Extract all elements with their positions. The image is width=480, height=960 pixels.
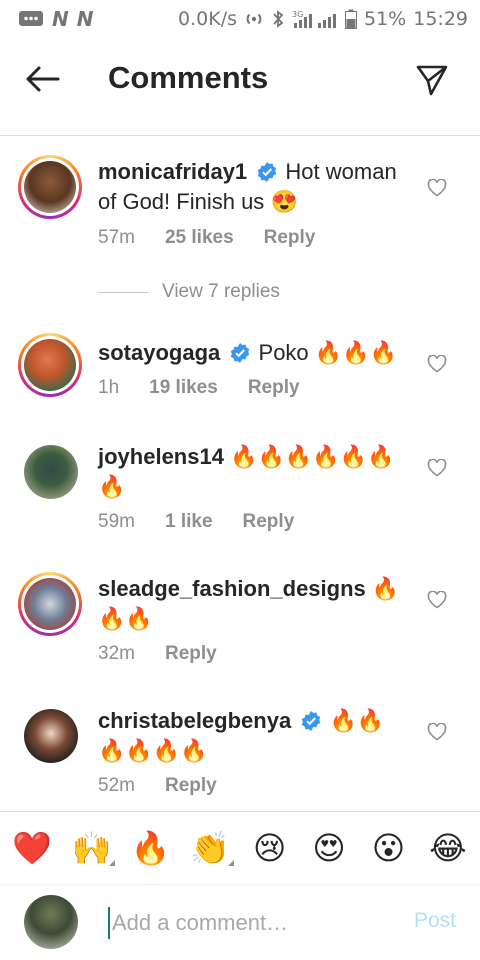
heart-outline-icon [427,591,447,609]
user-avatar [24,895,78,949]
bluetooth-icon [271,9,285,29]
username[interactable]: sotayogaga [98,340,220,365]
comment-meta: 32m Reply [98,643,217,665]
likes-count[interactable]: 1 like [165,511,213,533]
comment-meta: 52m Reply [98,775,217,797]
emoji-sad-button[interactable]: 😢 [248,828,292,868]
comment-meta: 1h 19 likes Reply [98,377,300,399]
svg-text:3G: 3G [292,10,303,19]
username[interactable]: christabelegbenya [98,708,291,733]
like-button[interactable] [426,353,448,375]
comment-text: joyhelens14 🔥🔥🔥🔥🔥🔥🔥 [98,442,410,502]
reply-button[interactable]: Reply [165,775,217,797]
verified-badge-icon [231,343,250,363]
clock: 15:29 [413,8,468,30]
reply-button[interactable]: Reply [264,227,316,249]
back-button[interactable] [22,62,62,96]
comment-meta: 57m 25 likes Reply [98,227,315,249]
emoji-laughing-button[interactable]: 😂 [426,828,470,868]
skin-tone-indicator [228,860,235,866]
back-arrow-icon [26,66,60,92]
like-button[interactable] [426,589,448,611]
likes-count[interactable]: 19 likes [149,377,218,399]
emoji-glyph: 🙌 [71,829,112,867]
avatar[interactable] [18,572,82,636]
comment-text: christabelegbenya 🔥🔥🔥🔥🔥🔥 [98,706,410,766]
notification-n-icon: N [76,7,94,31]
paper-plane-icon [416,65,448,96]
top-bar: Comments [0,38,480,136]
comment-item: monicafriday1 Hot woman of God! Finish u… [0,137,480,309]
reply-button[interactable]: Reply [165,643,217,665]
emoji-surprised-button[interactable]: 😮 [367,828,411,868]
emoji-heart-eyes-button[interactable]: 😍 [307,828,351,868]
heart-outline-icon [427,723,447,741]
emoji-fire-button[interactable]: 🔥 [129,828,173,868]
emoji-raised-hands-button[interactable]: 🙌 [69,828,116,868]
post-button[interactable]: Post [414,909,456,933]
messages-icon [18,9,44,29]
heart-outline-icon [427,459,447,477]
username[interactable]: sleadge_fashion_designs [98,576,366,601]
reply-button[interactable]: Reply [243,511,295,533]
comment-text: monicafriday1 Hot woman of God! Finish u… [98,157,410,217]
view-replies-button[interactable]: View 7 replies [98,281,280,303]
emoji-clap-button[interactable]: 👏 [188,828,235,868]
comment-text: sleadge_fashion_designs 🔥🔥🔥 [98,574,410,634]
page-title: Comments [108,60,269,95]
network-speed: 0.0K/s [178,8,237,30]
comment-time: 32m [98,643,135,664]
verified-badge-icon [302,711,321,731]
like-button[interactable] [426,721,448,743]
heart-outline-icon [427,355,447,373]
comment-message: Poko [258,340,309,365]
like-button[interactable] [426,457,448,479]
username[interactable]: joyhelens14 [98,444,224,469]
avatar[interactable] [18,333,82,397]
comment-emoji: 🔥🔥🔥 [314,340,397,365]
avatar[interactable] [24,709,78,763]
hotspot-icon [244,9,264,29]
emoji-heart-button[interactable]: ❤️ [10,828,54,868]
heart-outline-icon [427,179,447,197]
battery-percent: 51% [364,8,407,30]
text-cursor [108,907,110,939]
status-bar: N N 0.0K/s 3G 51% 15:29 [0,0,480,38]
comment-meta: 59m 1 like Reply [98,511,294,533]
reply-button[interactable]: Reply [248,377,300,399]
avatar[interactable] [24,445,78,499]
username[interactable]: monicafriday1 [98,159,247,184]
comment-time: 57m [98,227,135,248]
emoji-quick-bar: ❤️ 🙌 🔥 👏 😢 😍 😮 😂 [0,811,480,885]
comment-text: sotayogaga Poko 🔥🔥🔥 [98,338,410,368]
comment-time: 1h [98,377,120,398]
comment-item: christabelegbenya 🔥🔥🔥🔥🔥🔥 52m Reply [0,701,480,810]
comment-item: sotayogaga Poko 🔥🔥🔥 1h 19 likes Reply [0,325,480,445]
skin-tone-indicator [109,860,116,866]
notification-n-icon: N [52,7,69,31]
comment-emoji: 😍 [270,189,298,214]
signal-3g-icon: 3G [292,9,338,29]
like-button[interactable] [426,177,448,199]
avatar[interactable] [18,155,82,219]
share-button[interactable] [412,60,452,100]
comment-list: monicafriday1 Hot woman of God! Finish u… [0,137,480,810]
likes-count[interactable]: 25 likes [165,227,234,249]
comment-time: 52m [98,775,135,796]
divider [98,291,148,293]
comment-item: joyhelens14 🔥🔥🔥🔥🔥🔥🔥 59m 1 like Reply [0,437,480,565]
comment-input[interactable] [112,907,392,939]
comment-item: sleadge_fashion_designs 🔥🔥🔥 32m Reply [0,569,480,697]
comment-time: 59m [98,511,135,532]
view-replies-label: View 7 replies [162,281,280,302]
emoji-glyph: 👏 [190,829,231,867]
verified-badge-icon [258,162,277,182]
comment-composer: Post [0,885,480,960]
battery-icon [345,9,357,29]
